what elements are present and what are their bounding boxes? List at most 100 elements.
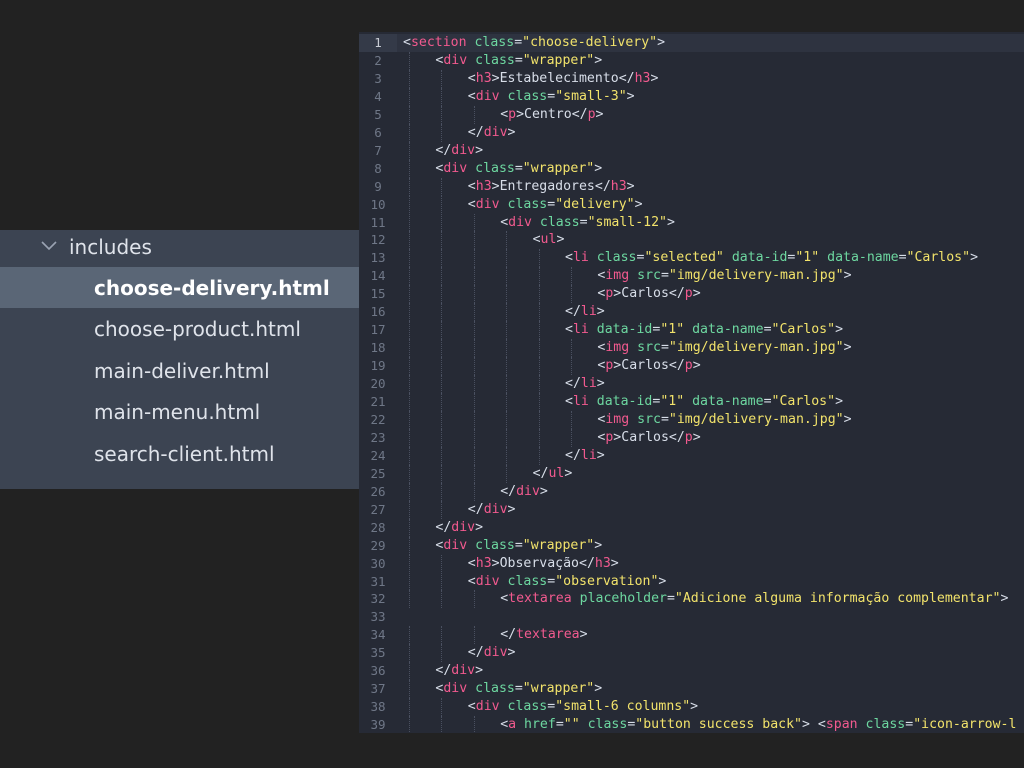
code-line[interactable]: <p>Carlos</p> [597, 429, 700, 447]
code-line[interactable]: </div> [435, 519, 483, 537]
code-token: class [539, 214, 580, 230]
code-line[interactable]: <div class="small-3"> [468, 88, 635, 106]
code-line[interactable]: <div class="small-6 columns"> [468, 698, 698, 716]
code-line[interactable]: </div> [468, 501, 516, 519]
code-line[interactable]: </div> [468, 644, 516, 662]
code-token: > [634, 196, 643, 212]
code-token: </ [594, 178, 611, 194]
indent-guide [506, 410, 508, 429]
code-token: </ [668, 429, 685, 445]
folder-includes[interactable]: includes [0, 230, 359, 264]
code-token: = [555, 717, 564, 733]
code-line[interactable]: </div> [468, 124, 516, 142]
code-token: li [580, 376, 597, 392]
code-token: > [475, 142, 484, 158]
code-token: > < [802, 717, 826, 733]
code-line[interactable]: </li> [565, 375, 605, 393]
code-token: > [491, 178, 500, 194]
code-line[interactable]: </div> [435, 662, 483, 680]
code-token: Centro [524, 106, 572, 122]
indent-guide [473, 357, 475, 376]
code-token: ul [540, 232, 557, 248]
code-token: p [508, 106, 517, 122]
code-line[interactable]: </li> [565, 303, 605, 321]
code-line[interactable]: <h3>Estabelecimento</h3> [468, 70, 659, 88]
code-token: h3 [610, 178, 627, 194]
code-line[interactable]: <div class="delivery"> [468, 196, 643, 214]
code-line[interactable]: <p>Carlos</p> [597, 357, 700, 375]
code-line[interactable]: <p>Carlos</p> [597, 285, 700, 303]
code-line[interactable]: <div class="wrapper"> [435, 537, 602, 555]
indent-guide [409, 500, 410, 519]
code-line[interactable]: </textarea> [500, 626, 587, 644]
code-line[interactable]: <section class="choose-delivery"> [403, 34, 665, 52]
code-token: placeholder [579, 591, 667, 607]
code-token: = [514, 681, 523, 697]
code-line[interactable]: <h3>Observação</h3> [468, 555, 619, 573]
code-line[interactable]: </div> [435, 142, 483, 160]
indent-guide [538, 321, 540, 340]
file-item[interactable]: search-client.html [0, 433, 359, 474]
indent-guide [473, 716, 475, 733]
chevron-down-icon[interactable] [40, 239, 58, 253]
code-line[interactable]: <h3>Entregadores</h3> [468, 178, 635, 196]
code-token: </ [435, 142, 452, 158]
file-name: choose-delivery.html [94, 276, 330, 300]
line-number-gutter: 1 2 3 4 5 6 7 8 9 10 11 12 13 14 15 16 17 18 19 20 21 22 23 24 2… [359, 32, 397, 733]
code-line[interactable]: <img src="img/delivery-man.jpg"> [597, 267, 851, 285]
line-number: 16 [370, 304, 386, 320]
line-number: 30 [370, 555, 386, 571]
code-token: div [483, 501, 508, 517]
code-line[interactable]: </ul> [533, 465, 573, 483]
code-token: data-id [596, 394, 653, 409]
line-number: 35 [370, 645, 386, 661]
code-line[interactable]: <ul> [533, 231, 565, 249]
code-line[interactable]: <li data-id="1" data-name="Carlos"> [565, 321, 843, 339]
indent-guide [409, 231, 410, 250]
code-line[interactable]: <div class="wrapper"> [435, 52, 602, 70]
file-item[interactable]: choose-product.html [0, 308, 359, 349]
code-token: = [547, 88, 556, 104]
file-item[interactable]: main-menu.html [0, 391, 359, 432]
code-token: > [475, 663, 484, 679]
code-line[interactable]: <li data-id="1" data-name="Carlos"> [565, 393, 843, 411]
file-item[interactable]: main-deliver.html [0, 350, 359, 391]
code-token: > [507, 645, 516, 661]
code-token: > [658, 573, 667, 589]
code-line[interactable]: </div> [500, 483, 548, 501]
code-line[interactable]: <img src="img/delivery-man.jpg"> [597, 411, 851, 429]
line-number: 13 [370, 250, 386, 266]
code-line[interactable]: <div class="small-12"> [500, 214, 675, 232]
code-token: textarea [516, 627, 580, 643]
code-line[interactable]: <textarea placeholder="Adicione alguma i… [500, 590, 1008, 608]
code-token: = [660, 340, 669, 356]
code-token: div [475, 88, 500, 104]
line-number: 12 [370, 232, 386, 248]
code-token: = [666, 591, 675, 607]
code-token: > [596, 304, 605, 320]
code-editor[interactable]: 1 2 3 4 5 6 7 8 9 10 11 12 13 14 15 16 17 18 19 20 21 22 23 24 2… [359, 32, 1024, 733]
code-line[interactable]: <a href="" class="button success back"> … [500, 716, 1016, 733]
code-token: < [500, 591, 509, 607]
line-number: 37 [370, 681, 386, 697]
code-line[interactable]: <div class="wrapper"> [435, 160, 602, 178]
code-line[interactable]: <li class="selected" data-id="1" data-na… [565, 249, 978, 267]
indent-guide [409, 680, 410, 699]
indent-guide [571, 285, 572, 304]
code-line[interactable]: <p>Centro</p> [500, 106, 603, 124]
code-line[interactable]: </li> [565, 447, 605, 465]
code-token: > [594, 537, 603, 553]
code-line[interactable]: <div class="observation"> [468, 573, 667, 591]
file-item[interactable]: choose-delivery.html [0, 267, 359, 309]
code-token: a [508, 717, 517, 733]
indent-guide [538, 428, 540, 447]
code-token: = [514, 537, 523, 553]
code-line[interactable]: <img src="img/delivery-man.jpg"> [597, 339, 851, 357]
line-number: 15 [370, 286, 386, 302]
code-token: "Carlos" [771, 394, 836, 409]
code-area[interactable]: <section class="choose-delivery"> <div cl… [397, 32, 1024, 733]
code-line[interactable]: <div class="wrapper"> [435, 680, 602, 698]
